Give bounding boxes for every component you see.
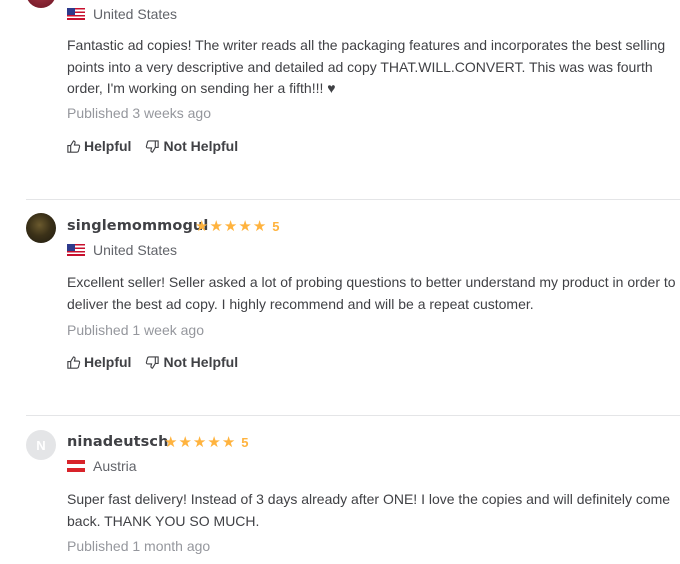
not-helpful-button[interactable]: Not Helpful: [145, 138, 238, 154]
us-flag-icon: [67, 244, 85, 256]
star-rating: ★ ★ ★ ★ ★ 5: [195, 219, 280, 234]
star-icon: ★: [252, 218, 267, 235]
review-text: Excellent seller! Seller asked a lot of …: [67, 274, 676, 312]
star-icon: ★: [207, 434, 221, 451]
star-icon: ★: [223, 218, 238, 235]
rating-value: 5: [241, 435, 249, 450]
star-icon: ★: [178, 434, 192, 451]
reviewer-username[interactable]: ninadeutsch: [67, 434, 169, 450]
at-flag-icon: [67, 460, 85, 472]
reviewer-country: United States: [67, 242, 177, 258]
review-actions: Helpful Not Helpful: [66, 354, 238, 370]
thumbs-down-icon: [146, 355, 160, 369]
star-rating: ★ ★ ★ ★ ★ 5: [164, 435, 249, 450]
published-date: Published 1 month ago: [67, 538, 211, 554]
not-helpful-button[interactable]: Not Helpful: [145, 354, 238, 370]
reviewer-country: United States: [67, 6, 177, 22]
review-divider: [26, 415, 680, 416]
thumbs-up-icon: [67, 355, 81, 369]
published-date: Published 1 week ago: [67, 322, 204, 338]
star-icon: ★: [221, 434, 236, 451]
avatar[interactable]: [26, 213, 56, 243]
star-icon: ★: [195, 218, 209, 235]
star-icon: ★: [164, 434, 178, 451]
thumbs-up-icon: [67, 139, 81, 153]
review-text: Super fast delivery! Instead of 3 days a…: [67, 491, 671, 529]
star-icon: ★: [238, 218, 252, 235]
avatar[interactable]: [26, 0, 56, 8]
reviewer-country: Austria: [67, 458, 137, 474]
us-flag-icon: [67, 8, 85, 20]
star-icon: ★: [192, 434, 207, 451]
star-icon: ★: [209, 218, 223, 235]
rating-value: 5: [272, 219, 280, 234]
helpful-button[interactable]: Helpful: [66, 138, 131, 154]
review-divider: [26, 199, 680, 200]
published-date: Published 3 weeks ago: [67, 105, 211, 121]
avatar[interactable]: N: [26, 430, 56, 460]
thumbs-down-icon: [146, 139, 160, 153]
review-text: Fantastic ad copies! The writer reads al…: [67, 37, 666, 96]
review-actions: Helpful Not Helpful: [66, 138, 238, 154]
helpful-button[interactable]: Helpful: [66, 354, 131, 370]
reviewer-username[interactable]: singlemommogul: [67, 218, 208, 234]
